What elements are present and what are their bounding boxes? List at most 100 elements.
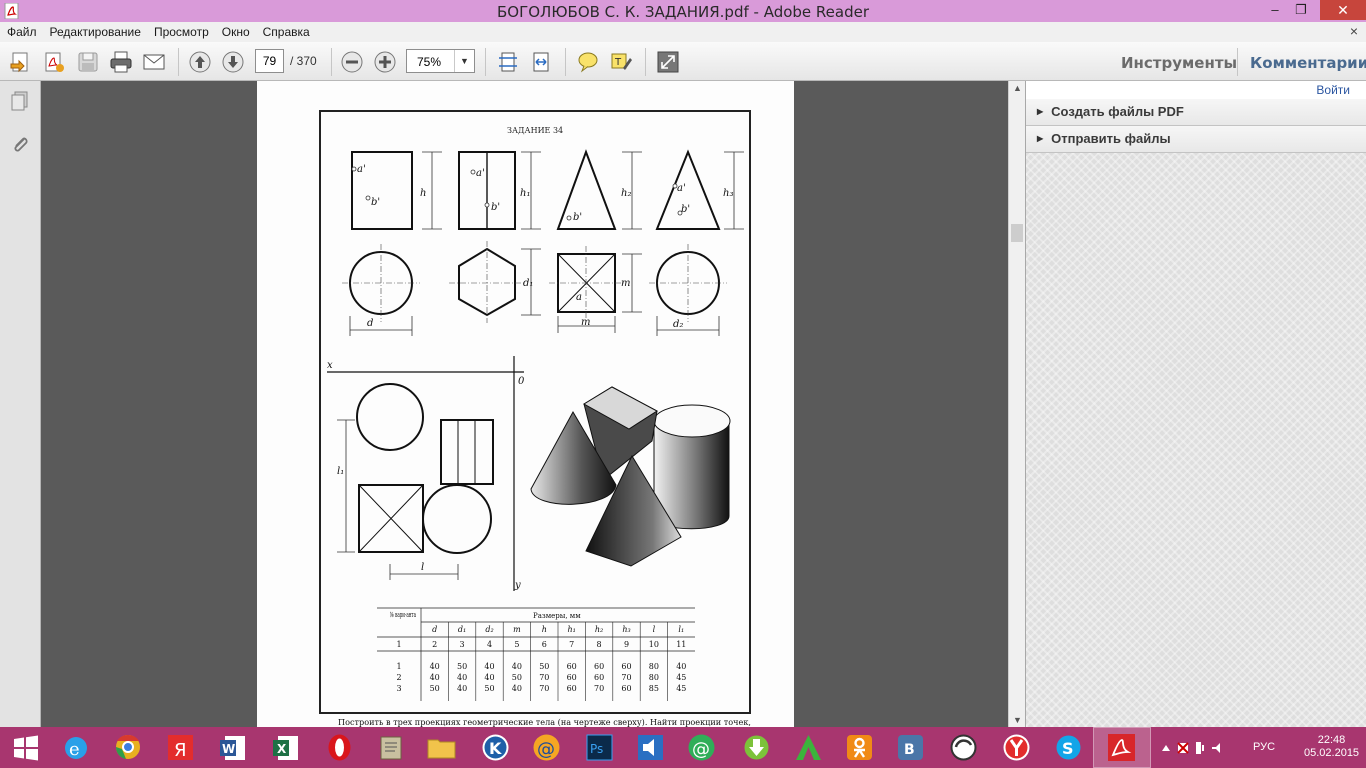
fit-page-icon[interactable] (496, 50, 520, 74)
print-icon[interactable] (109, 50, 133, 74)
save-icon[interactable] (76, 50, 100, 74)
explorer-icon[interactable] (425, 731, 458, 764)
close-window-button[interactable]: ✕ (1320, 0, 1366, 20)
email-icon[interactable] (142, 50, 166, 74)
table-cell: 50 (457, 662, 467, 671)
menu-file[interactable]: Файл (0, 22, 43, 39)
pdf-page: ЗАДАНИЕ 34 a' b' a' b' b' a' b' h h₁ h₂ … (257, 81, 794, 727)
table-colnum-cell: 6 (542, 640, 547, 649)
panel-create-pdf[interactable]: ▶ Создать файлы PDF (1026, 99, 1366, 126)
skype-icon[interactable]: S (1052, 731, 1085, 764)
restore-button[interactable]: ❐ (1288, 0, 1314, 20)
table-cell: 60 (567, 673, 577, 682)
vk-icon[interactable]: B (894, 731, 927, 764)
ie-icon[interactable]: e (60, 731, 93, 764)
table-cell: 50 (484, 684, 494, 693)
menu-edit[interactable]: Редактирование (43, 22, 147, 39)
open-icon[interactable] (9, 50, 33, 74)
mail-icon[interactable]: @ (530, 731, 563, 764)
attachments-icon[interactable] (9, 133, 31, 155)
next-page-icon[interactable] (221, 50, 245, 74)
label-l1: l₁ (337, 466, 344, 477)
menu-window[interactable]: Окно (215, 22, 256, 39)
fullscreen-icon[interactable] (656, 50, 680, 74)
table-cell: 40 (484, 662, 494, 671)
photoshop-icon[interactable]: Ps (583, 731, 616, 764)
minimize-button[interactable]: – (1262, 0, 1288, 20)
label-a: a' (357, 164, 366, 175)
zoom-in-icon[interactable] (373, 50, 397, 74)
at-icon[interactable]: @ (685, 731, 718, 764)
green-a-icon[interactable] (792, 731, 825, 764)
table-header-cell: m (513, 625, 521, 634)
table-colnum-cell: 3 (460, 640, 465, 649)
table-cell: 70 (539, 684, 549, 693)
tools-pane: Войти ▶ Создать файлы PDF ▶ Отправить файл… (1025, 81, 1366, 727)
k-icon[interactable]: K (479, 731, 512, 764)
scroll-up-icon[interactable]: ▲ (1013, 83, 1022, 93)
speaker-icon[interactable] (634, 731, 667, 764)
table-cell: 50 (512, 673, 522, 682)
chevron-down-icon[interactable]: ▼ (454, 50, 474, 72)
excel-icon[interactable]: X (270, 731, 303, 764)
task-title: ЗАДАНИЕ 34 (507, 126, 563, 135)
comment-icon[interactable] (576, 50, 600, 74)
page-thumbnails-icon[interactable] (9, 90, 31, 112)
tab-comments[interactable]: Комментарии (1250, 54, 1366, 72)
highlight-icon[interactable]: T (609, 50, 633, 74)
table-colnum-cell: 5 (514, 640, 519, 649)
svg-text:T: T (614, 57, 622, 68)
prev-page-icon[interactable] (188, 50, 212, 74)
document-area[interactable]: ЗАДАНИЕ 34 a' b' a' b' b' a' b' h h₁ h₂ … (41, 81, 1008, 727)
vertical-scrollbar[interactable]: ▲ ▼ (1008, 81, 1025, 727)
odnoklassniki-icon[interactable] (843, 731, 876, 764)
sign-in-link[interactable]: Войти (1026, 81, 1366, 99)
scroll-thumb[interactable] (1011, 224, 1023, 242)
notepad-icon[interactable] (375, 731, 408, 764)
table-cell: 3 (396, 684, 401, 693)
table-cell: 40 (457, 684, 467, 693)
label-m: m (581, 317, 590, 328)
start-icon[interactable] (9, 731, 42, 764)
table-colnum-cell: 7 (569, 640, 574, 649)
panel-send-files[interactable]: ▶ Отправить файлы (1026, 126, 1366, 153)
expand-triangle-icon: ▶ (1037, 107, 1044, 116)
menu-help[interactable]: Справка (256, 22, 316, 39)
tray-icons[interactable] (1160, 739, 1240, 757)
scroll-down-icon[interactable]: ▼ (1013, 715, 1022, 725)
word-icon[interactable]: W (217, 731, 250, 764)
table-header-cell: d (432, 625, 437, 634)
table-colnum-cell: 9 (624, 640, 629, 649)
expand-triangle-icon: ▶ (1037, 134, 1044, 143)
table-cell: 85 (649, 684, 659, 693)
opera-icon[interactable] (323, 731, 356, 764)
table-cell: 60 (594, 673, 604, 682)
zoom-value: 75% (417, 55, 442, 69)
label-h3: h₃ (723, 188, 733, 199)
table-cell: 80 (649, 662, 659, 671)
yandex-icon[interactable]: Я (164, 731, 197, 764)
table-col-variant: № вари-анта (390, 611, 416, 619)
table-header-cell: h (542, 625, 547, 634)
acrobat-icon[interactable] (1105, 731, 1138, 764)
tab-tools[interactable]: Инструменты (1121, 54, 1237, 72)
task-caption: Построить в трех проекциях геометрически… (338, 718, 751, 727)
zoom-select[interactable]: 75% ▼ (406, 49, 475, 73)
language-indicator[interactable]: РУС (1253, 741, 1275, 753)
menu-view[interactable]: Просмотр (147, 22, 215, 39)
table-colnum-cell: 2 (432, 640, 437, 649)
clock[interactable]: 22:48 05.02.2015 (1304, 734, 1359, 760)
circle-icon[interactable] (947, 731, 980, 764)
fit-width-icon[interactable] (529, 50, 553, 74)
chrome-icon[interactable] (112, 731, 145, 764)
svg-text:S: S (1062, 739, 1074, 758)
page-number-input[interactable]: 79 (255, 49, 284, 73)
zoom-out-icon[interactable] (340, 50, 364, 74)
create-pdf-icon[interactable] (42, 50, 66, 74)
close-document-button[interactable]: × (1350, 23, 1358, 39)
label-b4: b' (681, 204, 690, 215)
download-icon[interactable] (740, 731, 773, 764)
yandex-browser-icon[interactable] (1000, 731, 1033, 764)
table-cell: 40 (512, 662, 522, 671)
svg-text:K: K (489, 739, 502, 758)
